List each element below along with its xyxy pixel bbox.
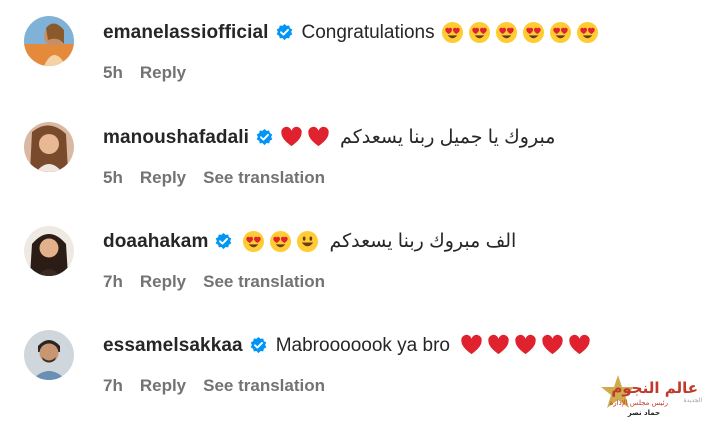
avatar[interactable] (24, 122, 74, 172)
see-translation-link[interactable]: See translation (203, 168, 325, 188)
comment-text: Congratulations (301, 21, 435, 43)
svg-text:حماد نصر: حماد نصر (627, 409, 660, 417)
heart-eyes-emoji-icon (242, 230, 265, 253)
comment-1: emanelassiofficial Congratulations 5h Re… (0, 6, 710, 110)
red-heart-emoji-icon (568, 334, 591, 357)
svg-text:الجديدة: الجديدة (684, 397, 703, 404)
comment-time: 5h (103, 168, 123, 187)
heart-eyes-emoji-icon (495, 21, 518, 44)
verified-badge-icon (255, 128, 274, 147)
comment-text: Mabrooooook ya bro (275, 334, 450, 356)
username[interactable]: essamelsakkaa (103, 335, 243, 357)
watermark-logo: عالم النجوم رئيس مجلس الإدارة حماد نصر ا… (598, 371, 706, 419)
red-heart-emoji-icon (307, 126, 330, 149)
username[interactable]: doaahakam (103, 231, 208, 253)
heart-eyes-emoji-icon (576, 21, 599, 44)
red-heart-emoji-icon (514, 334, 537, 357)
red-heart-emoji-icon (541, 334, 564, 357)
comment-3: doaahakam الف مبروك ربنا يسعدكم 7h Reply… (0, 214, 710, 318)
verified-badge-icon (275, 23, 294, 42)
see-translation-link[interactable]: See translation (203, 376, 325, 396)
comment-text: الف مبروك ربنا يسعدكم (329, 231, 517, 252)
grinning-face-emoji-icon (296, 230, 319, 253)
heart-eyes-emoji-icon (269, 230, 292, 253)
verified-badge-icon (249, 336, 268, 355)
emoji-group (280, 126, 330, 149)
verified-badge-icon (214, 232, 233, 251)
heart-eyes-emoji-icon (441, 21, 464, 44)
svg-text:رئيس مجلس الإدارة: رئيس مجلس الإدارة (610, 399, 668, 407)
reply-button[interactable]: Reply (140, 168, 186, 188)
reply-button[interactable]: Reply (140, 376, 186, 396)
username[interactable]: emanelassiofficial (103, 22, 269, 44)
comment-text: مبروك يا جميل ربنا يسعدكم (340, 127, 556, 148)
reply-button[interactable]: Reply (140, 63, 186, 83)
comment-2: manoushafadali مبروك يا جميل ربنا يسعدكم… (0, 110, 710, 214)
emoji-group (242, 230, 319, 253)
red-heart-emoji-icon (487, 334, 510, 357)
red-heart-emoji-icon (460, 334, 483, 357)
username[interactable]: manoushafadali (103, 127, 249, 149)
comment-time: 5h (103, 63, 123, 82)
svg-text:عالم النجوم: عالم النجوم (611, 379, 698, 397)
reply-button[interactable]: Reply (140, 272, 186, 292)
heart-eyes-emoji-icon (549, 21, 572, 44)
avatar[interactable] (24, 16, 74, 66)
emoji-group (460, 334, 591, 357)
heart-eyes-emoji-icon (468, 21, 491, 44)
comment-time: 7h (103, 376, 123, 395)
red-heart-emoji-icon (280, 126, 303, 149)
avatar[interactable] (24, 330, 74, 380)
heart-eyes-emoji-icon (522, 21, 545, 44)
emoji-group (441, 21, 599, 44)
avatar[interactable] (24, 226, 74, 276)
comment-time: 7h (103, 272, 123, 291)
see-translation-link[interactable]: See translation (203, 272, 325, 292)
